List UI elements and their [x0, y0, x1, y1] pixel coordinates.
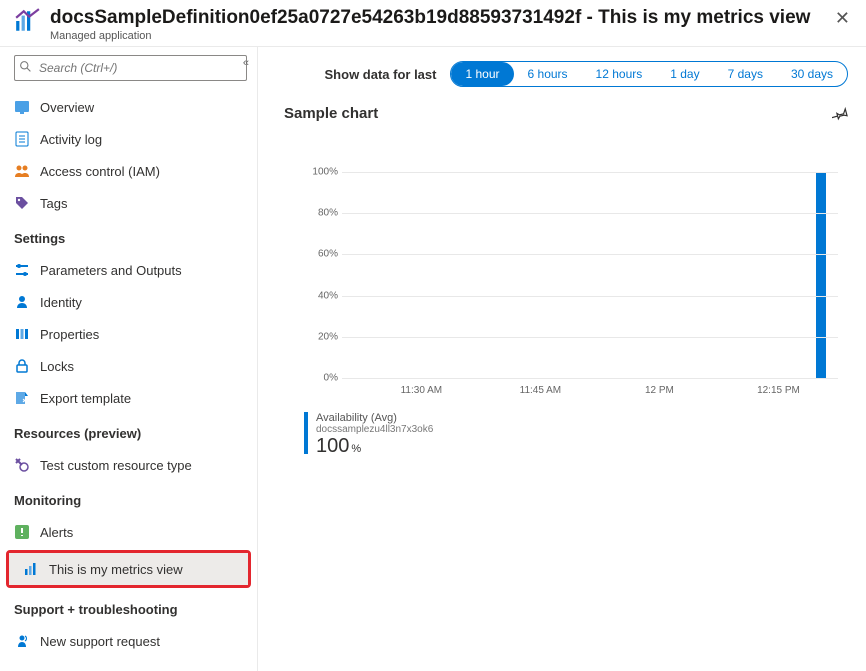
- chart-bar: [816, 172, 826, 378]
- legend-value: 100%: [316, 435, 433, 458]
- page-title: docsSampleDefinition0ef25a0727e54263b19d…: [50, 6, 829, 30]
- x-tick: 11:45 AM: [520, 385, 562, 396]
- gridline: [342, 337, 838, 338]
- export-template-icon: [14, 390, 30, 406]
- timerange-option-6-hours[interactable]: 6 hours: [514, 62, 582, 86]
- sidebar-item-label: New support request: [40, 634, 160, 649]
- overview-icon: [14, 99, 30, 115]
- gridline: [342, 296, 838, 297]
- sidebar-item-locks[interactable]: Locks: [0, 350, 257, 382]
- identity-icon: [14, 294, 30, 310]
- sidebar-item-this-is-my-metrics-view[interactable]: This is my metrics view: [9, 553, 248, 585]
- y-tick: 100%: [304, 167, 338, 178]
- sidebar-item-test-custom-resource-type[interactable]: Test custom resource type: [0, 449, 257, 481]
- sidebar-item-tags[interactable]: Tags: [0, 187, 257, 219]
- y-tick: 40%: [304, 290, 338, 301]
- sidebar-item-properties[interactable]: Properties: [0, 318, 257, 350]
- metrics-icon: [14, 6, 40, 34]
- page-subtitle: Managed application: [50, 30, 829, 42]
- sidebar-item-new-support-request[interactable]: New support request: [0, 625, 257, 657]
- tags-icon: [14, 195, 30, 211]
- timerange-label: Show data for last: [325, 67, 437, 82]
- pin-button[interactable]: [832, 106, 848, 122]
- parameters-icon: [14, 262, 30, 278]
- sidebar-heading: Settings: [0, 223, 257, 250]
- highlight-box: This is my metrics view: [6, 550, 251, 588]
- sidebar-item-label: Parameters and Outputs: [40, 263, 182, 278]
- sidebar-item-parameters-and-outputs[interactable]: Parameters and Outputs: [0, 254, 257, 286]
- sidebar-item-label: Access control (IAM): [40, 164, 160, 179]
- gridline: [342, 172, 838, 173]
- sidebar-item-label: Activity log: [40, 132, 102, 147]
- chart-legend: Availability (Avg) docssamplezu4ll3n7x3o…: [304, 412, 848, 458]
- legend-color-swatch: [304, 412, 308, 454]
- sidebar-heading: Resources (preview): [0, 418, 257, 445]
- sidebar-item-access-control-iam-[interactable]: Access control (IAM): [0, 155, 257, 187]
- sidebar-item-alerts[interactable]: Alerts: [0, 516, 257, 548]
- sidebar-item-label: Tags: [40, 196, 67, 211]
- sidebar-item-label: Alerts: [40, 525, 73, 540]
- sidebar-item-label: Locks: [40, 359, 74, 374]
- metrics-icon: [23, 561, 39, 577]
- legend-series-sub: docssamplezu4ll3n7x3ok6: [316, 424, 433, 435]
- properties-icon: [14, 326, 30, 342]
- sidebar-item-label: Identity: [40, 295, 82, 310]
- search-input[interactable]: [14, 55, 247, 81]
- activity-log-icon: [14, 131, 30, 147]
- alerts-icon: [14, 524, 30, 540]
- chart-title: Sample chart: [284, 105, 378, 122]
- y-tick: 80%: [304, 208, 338, 219]
- search-icon: [19, 60, 32, 73]
- locks-icon: [14, 358, 30, 374]
- gridline: [342, 213, 838, 214]
- x-tick: 12:15 PM: [757, 385, 800, 396]
- sidebar-heading: Monitoring: [0, 485, 257, 512]
- sidebar-item-label: Test custom resource type: [40, 458, 192, 473]
- chart-plot-area: 11:30 AM 11:45 AM 12 PM 12:15 PM 0% 20% 40% 60…: [304, 172, 838, 402]
- sidebar-item-label: Export template: [40, 391, 131, 406]
- sidebar-item-label: Overview: [40, 100, 94, 115]
- timerange-option-7-days[interactable]: 7 days: [714, 62, 777, 86]
- collapse-sidebar-button[interactable]: «: [243, 57, 245, 69]
- timerange-option-12-hours[interactable]: 12 hours: [582, 62, 657, 86]
- x-tick: 12 PM: [645, 385, 674, 396]
- support-icon: [14, 633, 30, 649]
- y-tick: 0%: [304, 373, 338, 384]
- gridline: [342, 378, 838, 379]
- timerange-option-1-hour[interactable]: 1 hour: [451, 62, 513, 86]
- sidebar-item-export-template[interactable]: Export template: [0, 382, 257, 414]
- sidebar: « Overview Activity log Access control (IA…: [0, 47, 258, 671]
- close-button[interactable]: ✕: [829, 6, 856, 31]
- x-tick: 11:30 AM: [401, 385, 443, 396]
- y-tick: 60%: [304, 249, 338, 260]
- custom-resource-icon: [14, 457, 30, 473]
- access-control-icon: [14, 163, 30, 179]
- sidebar-item-identity[interactable]: Identity: [0, 286, 257, 318]
- main-content: Show data for last 1 hour6 hours12 hours…: [258, 47, 866, 671]
- y-tick: 20%: [304, 331, 338, 342]
- title-bar: docsSampleDefinition0ef25a0727e54263b19d…: [0, 0, 866, 47]
- legend-series-name: Availability (Avg): [316, 412, 433, 424]
- sidebar-item-overview[interactable]: Overview: [0, 91, 257, 123]
- gridline: [342, 254, 838, 255]
- sidebar-item-label: This is my metrics view: [49, 562, 183, 577]
- timerange-option-30-days[interactable]: 30 days: [777, 62, 847, 86]
- sidebar-item-label: Properties: [40, 327, 99, 342]
- sidebar-item-activity-log[interactable]: Activity log: [0, 123, 257, 155]
- timerange-selector: 1 hour6 hours12 hours1 day7 days30 days: [450, 61, 848, 87]
- sidebar-heading: Support + troubleshooting: [0, 594, 257, 621]
- timerange-option-1-day[interactable]: 1 day: [656, 62, 713, 86]
